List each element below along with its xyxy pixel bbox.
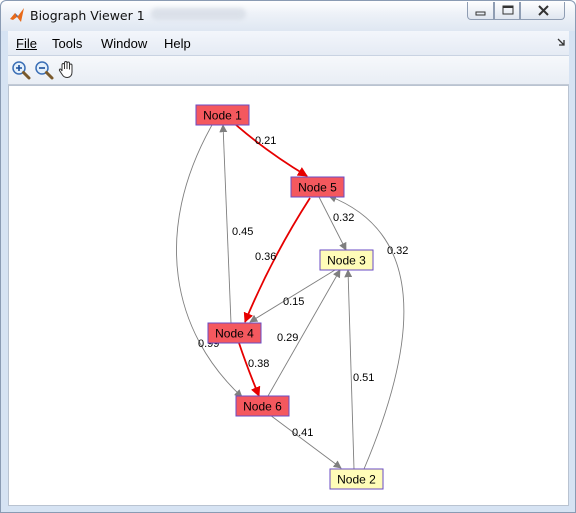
node-3[interactable]: Node 3 [319, 249, 374, 271]
edge-n2-n3[interactable] [344, 269, 355, 470]
node-5[interactable]: Node 5 [290, 176, 345, 198]
node-5-label: Node 5 [298, 181, 337, 195]
window-title: Biograph Viewer 1 [30, 8, 145, 23]
node-4[interactable]: Node 4 [207, 322, 262, 344]
zoom-out-icon[interactable] [33, 59, 55, 81]
edge-label-n4-n6: 0.38 [248, 358, 269, 370]
node-3-label: Node 3 [327, 254, 366, 268]
node-6-label: Node 6 [243, 400, 282, 414]
edge-label-n5-n4: 0.36 [255, 251, 276, 263]
biograph-window: Biograph Viewer 1 File Tools Window Help [0, 0, 576, 513]
menu-window[interactable]: Window [101, 36, 147, 51]
edge-label-n3-n4: 0.15 [283, 296, 304, 308]
edge-n2-n5[interactable] [328, 194, 405, 470]
menu-help[interactable]: Help [164, 36, 191, 51]
menu-file[interactable]: File [16, 36, 37, 51]
node-1[interactable]: Node 1 [195, 104, 250, 126]
biograph-graph: 0.21 0.32 0.32 0.45 0.36 0.15 0.29 0.99 … [176, 104, 408, 490]
title-blurred-text [151, 8, 246, 20]
edge-label-n1-n5: 0.21 [255, 135, 276, 147]
edge-label-n2-n5: 0.32 [387, 245, 408, 257]
graph-canvas[interactable]: 0.21 0.32 0.32 0.45 0.36 0.15 0.29 0.99 … [8, 85, 569, 506]
toolbar [8, 56, 569, 85]
edge-label-n2-n3: 0.51 [353, 372, 374, 384]
edge-n1-n5[interactable] [234, 123, 308, 177]
node-4-label: Node 4 [215, 327, 254, 341]
minimize-button[interactable] [467, 2, 494, 20]
zoom-in-icon[interactable] [10, 59, 32, 81]
edge-n1-n6[interactable] [176, 124, 243, 398]
hand-icon[interactable] [56, 59, 78, 81]
menu-bar: File Tools Window Help [8, 31, 569, 56]
maximize-icon [502, 5, 514, 15]
menu-window-label: Window [101, 36, 148, 51]
node-2[interactable]: Node 2 [329, 468, 384, 490]
minimize-icon [475, 11, 486, 16]
edge-n6-n2[interactable] [269, 414, 342, 469]
edge-label-n5-n3: 0.32 [333, 212, 354, 224]
maximize-button[interactable] [494, 2, 520, 20]
menu-tools-label: Tools [52, 36, 83, 51]
menu-file-label: File [16, 36, 37, 51]
matlab-logo-icon [10, 8, 24, 22]
edge-label-n6-n2: 0.41 [292, 427, 313, 439]
edge-label-n4-n1: 0.45 [232, 226, 253, 238]
node-2-label: Node 2 [337, 473, 376, 487]
edge-n4-n1[interactable] [219, 124, 232, 324]
menu-help-label: Help [164, 36, 191, 51]
node-6[interactable]: Node 6 [235, 395, 290, 417]
node-1-label: Node 1 [203, 109, 242, 123]
close-icon [538, 5, 549, 16]
title-bar[interactable]: Biograph Viewer 1 [1, 1, 575, 31]
dock-arrow-icon[interactable] [557, 38, 565, 46]
menu-tools[interactable]: Tools [52, 36, 82, 51]
close-button[interactable] [520, 2, 565, 20]
edge-label-n6-n3: 0.29 [277, 332, 298, 344]
